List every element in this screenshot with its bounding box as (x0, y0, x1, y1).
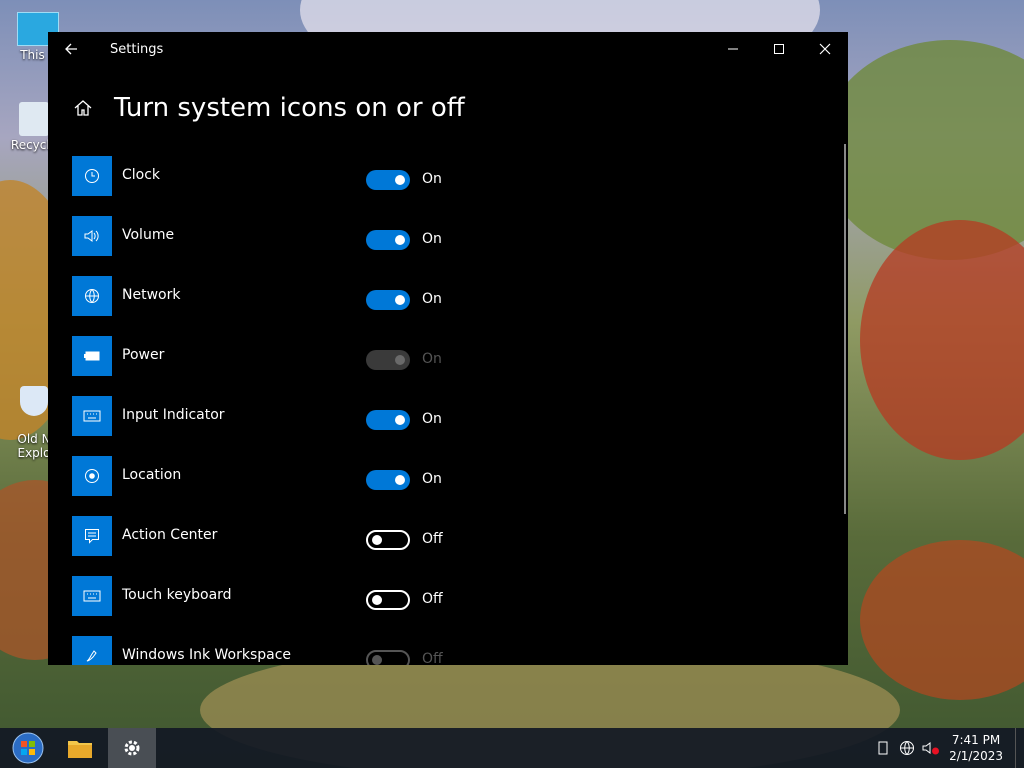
clock-time: 7:41 PM (951, 733, 1001, 747)
volume-muted-icon[interactable] (919, 740, 943, 756)
toggle-knob (395, 355, 405, 365)
usb-icon[interactable] (871, 741, 895, 755)
clock-date: 2/1/2023 (949, 749, 1003, 763)
minimize-icon (728, 48, 738, 50)
close-button[interactable] (802, 32, 848, 66)
setting-row-location: Location On (72, 456, 772, 516)
title-bar: Settings (48, 32, 848, 66)
toggle-knob (395, 475, 405, 485)
taskbar-clock[interactable]: 7:41 PM 2/1/2023 (949, 732, 1003, 764)
settings-window: Settings Turn system icons on or off Clo… (48, 32, 848, 665)
setting-label: Volume (122, 227, 175, 243)
setting-row-clock: Clock On (72, 156, 772, 216)
page-title: Turn system icons on or off (114, 93, 465, 123)
folder-icon (68, 741, 92, 758)
recycle-bin-icon (19, 102, 49, 136)
page-header: Turn system icons on or off (48, 72, 848, 144)
system-tray: 7:41 PM 2/1/2023 (871, 728, 1024, 768)
scrollbar[interactable] (844, 144, 846, 514)
toggle-knob (395, 415, 405, 425)
toggle-power (366, 350, 410, 370)
file-explorer-taskbar-button[interactable] (56, 728, 104, 768)
setting-row-action-center: Action Center Off (72, 516, 772, 576)
action-center-icon (72, 516, 112, 556)
setting-label: Clock (122, 167, 161, 183)
toggle-input-indicator[interactable] (366, 410, 410, 430)
toggle-volume[interactable] (366, 230, 410, 250)
toggle-state-text: Off (422, 591, 443, 607)
setting-label: Power (122, 347, 165, 363)
shield-icon (20, 386, 48, 416)
toggle-windows-ink-workspace[interactable] (366, 650, 410, 665)
setting-label: Windows Ink Workspace (122, 647, 292, 663)
setting-label: Action Center (122, 527, 218, 543)
gear-icon (124, 740, 140, 756)
maximize-button[interactable] (756, 32, 802, 66)
back-button[interactable] (48, 32, 94, 66)
setting-row-power: Power On (72, 336, 772, 396)
toggle-knob (395, 235, 405, 245)
toggle-touch-keyboard[interactable] (366, 590, 410, 610)
setting-label: Location (122, 467, 182, 483)
toggle-state-text: On (422, 291, 442, 307)
arrow-left-icon (65, 43, 77, 55)
setting-row-volume: Volume On (72, 216, 772, 276)
toggle-state-text: On (422, 231, 442, 247)
windows-logo-icon (12, 732, 44, 764)
setting-row-input-indicator: Input Indicator On (72, 396, 772, 456)
setting-row-network: Network On (72, 276, 772, 336)
setting-row-windows-ink-workspace: Windows Ink Workspace Off (72, 636, 772, 665)
home-icon (74, 100, 92, 116)
toggle-network[interactable] (366, 290, 410, 310)
start-button[interactable] (0, 728, 56, 768)
toggle-clock[interactable] (366, 170, 410, 190)
show-desktop-button[interactable] (1015, 728, 1024, 768)
battery-icon (72, 336, 112, 376)
network-globe-icon (72, 276, 112, 316)
setting-label: Touch keyboard (122, 587, 232, 603)
toggle-knob (395, 295, 405, 305)
toggle-state-text: On (422, 351, 442, 367)
toggle-action-center[interactable] (366, 530, 410, 550)
minimize-button[interactable] (710, 32, 756, 66)
toggle-state-text: Off (422, 651, 443, 665)
desktop-icon-label: Old N Explo (17, 432, 51, 460)
toggle-knob (395, 175, 405, 185)
network-globe-icon[interactable] (895, 740, 919, 756)
setting-row-touch-keyboard: Touch keyboard Off (72, 576, 772, 636)
maximize-icon (774, 44, 784, 54)
setting-label: Network (122, 287, 181, 303)
close-icon (819, 43, 831, 55)
setting-label: Input Indicator (122, 407, 225, 423)
touch-keyboard-icon (72, 576, 112, 616)
system-icon-list: Clock On Volume On Network On Power On Input Ind… (72, 156, 772, 665)
toggle-state-text: On (422, 171, 442, 187)
taskbar: 7:41 PM 2/1/2023 (0, 728, 1024, 768)
window-title: Settings (110, 41, 164, 57)
toggle-knob (372, 595, 382, 605)
toggle-location[interactable] (366, 470, 410, 490)
toggle-state-text: On (422, 411, 442, 427)
pen-icon (72, 636, 112, 665)
clock-icon (72, 156, 112, 196)
location-icon (72, 456, 112, 496)
keyboard-icon (72, 396, 112, 436)
settings-taskbar-button[interactable] (108, 728, 156, 768)
toggle-state-text: Off (422, 531, 443, 547)
toggle-knob (372, 535, 382, 545)
toggle-state-text: On (422, 471, 442, 487)
toggle-knob (372, 655, 382, 665)
volume-icon (72, 216, 112, 256)
home-button[interactable] (70, 95, 96, 121)
